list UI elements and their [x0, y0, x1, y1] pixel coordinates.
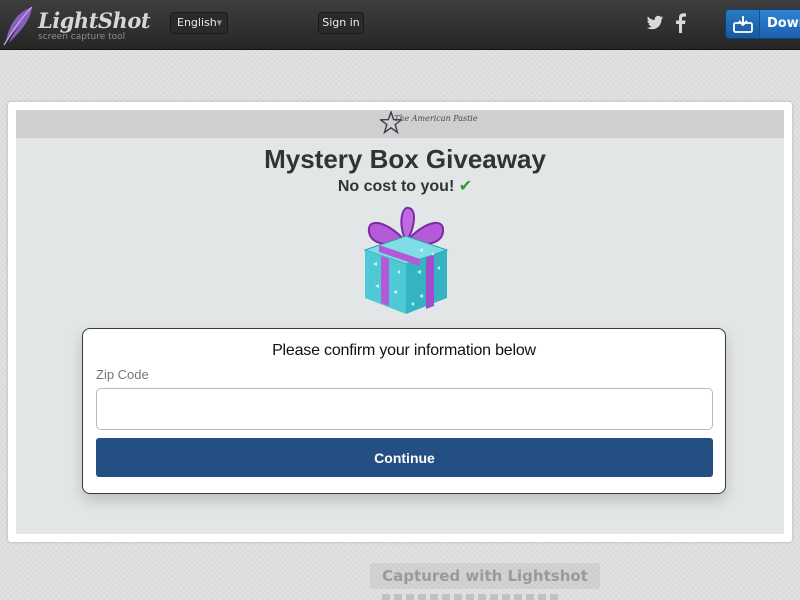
continue-button[interactable]: Continue: [96, 438, 713, 477]
captured-page: The American Pastie Mystery Box Giveaway…: [16, 110, 784, 534]
app-subtitle: screen capture tool: [38, 32, 126, 42]
chevron-down-icon: ▼: [216, 19, 222, 27]
download-icon: [726, 10, 760, 38]
zip-code-input[interactable]: [96, 388, 713, 430]
download-button[interactable]: Download: [725, 9, 800, 39]
bottom-link-row: [382, 594, 562, 600]
download-label: Download: [767, 16, 800, 31]
zip-code-label: Zip Code: [96, 367, 149, 382]
lightshot-logo[interactable]: LightShot screen capture tool: [0, 3, 151, 47]
page-subtitle: No cost to you! ✔: [16, 176, 784, 196]
site-brand: The American Pastie: [394, 114, 478, 123]
captured-with-lightshot-label: Captured with Lightshot: [370, 563, 600, 589]
site-logo: The American Pastie: [380, 111, 478, 137]
app-title: LightShot: [38, 8, 151, 33]
twitter-icon[interactable]: [646, 14, 664, 32]
top-bar: LightShot screen capture tool English ▼ …: [0, 0, 800, 50]
gift-box-image: [363, 206, 449, 314]
check-icon: ✔: [458, 176, 473, 195]
page-title: Mystery Box Giveaway: [264, 144, 546, 174]
sign-in-button[interactable]: Sign in: [318, 12, 364, 34]
facebook-icon[interactable]: [674, 13, 686, 33]
subtitle-text: No cost to you!: [337, 178, 455, 195]
confirm-form-card: Please confirm your information below Zi…: [82, 328, 726, 494]
language-value: English: [177, 16, 217, 29]
feather-icon: [3, 6, 33, 46]
language-select[interactable]: English ▼: [170, 12, 228, 34]
site-header: The American Pastie: [16, 110, 784, 138]
form-heading: Please confirm your information below: [272, 342, 536, 359]
